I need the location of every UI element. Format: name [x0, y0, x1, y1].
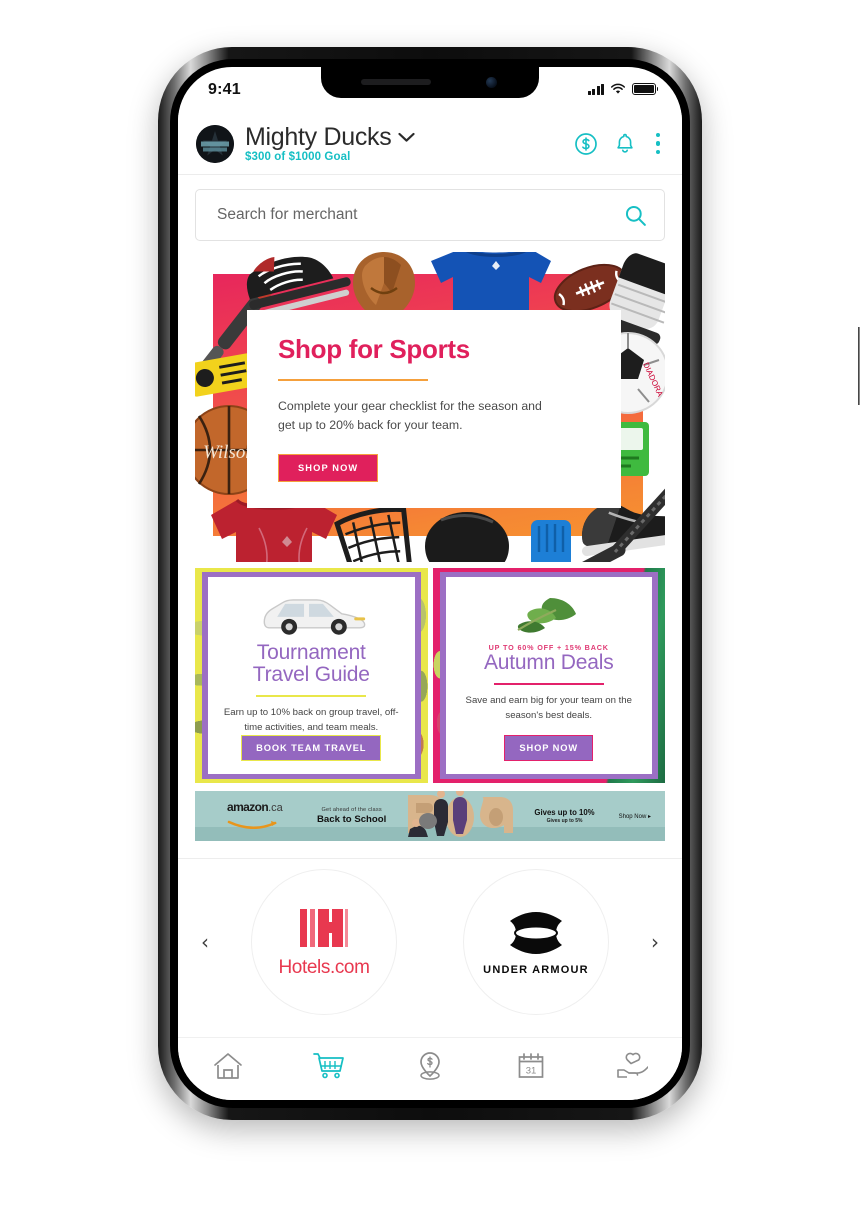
promo-title-line1: Autumn Deals	[484, 651, 614, 674]
amazon-offer-sub: Gives up to 5%	[546, 818, 583, 824]
promo-divider	[493, 683, 604, 686]
bottom-navigation: 31	[178, 1037, 682, 1100]
nav-calendar[interactable]: 31	[505, 1046, 557, 1086]
merchant-label: Hotels.com	[278, 957, 370, 978]
amazon-smile-icon	[227, 820, 277, 830]
promo-subtitle: Save and earn big for your team on the s…	[465, 695, 632, 721]
nav-home[interactable]	[202, 1046, 254, 1086]
merchant-carousel: ‹ Hotels.com UNDER ARMOUR ›	[178, 859, 682, 1015]
amazon-logo: amazon.ca	[227, 798, 289, 834]
battery-icon	[632, 83, 659, 95]
team-name: Mighty Ducks	[245, 122, 392, 151]
amazon-tld: .ca	[268, 802, 283, 814]
promo-divider	[256, 695, 367, 698]
dollar-circle-icon[interactable]	[574, 132, 598, 156]
hero-shop-now-button[interactable]: SHOP NOW	[278, 454, 379, 483]
chevron-left-icon[interactable]: ‹	[192, 932, 218, 952]
kebab-menu-icon[interactable]	[652, 132, 665, 155]
search-box[interactable]	[195, 189, 665, 241]
status-indicators	[587, 81, 659, 95]
team-selector[interactable]: Mighty Ducks	[245, 124, 566, 150]
wifi-icon	[610, 83, 626, 94]
phone-screen: 9:41 Mighty Ducks $300 of $1000 Goal Sea…	[178, 67, 682, 1100]
amazon-wordmark: amazon	[227, 800, 269, 814]
shopping-cart-icon	[313, 1053, 345, 1079]
under-armour-logo	[510, 912, 562, 954]
hero-banner-shop-for-sports[interactable]: Wilson DIADORA Shop for Sports Complete …	[195, 252, 665, 562]
bell-icon[interactable]	[613, 132, 637, 156]
app-header: Mighty Ducks $300 of $1000 Goal	[178, 113, 682, 175]
amazon-ad-banner[interactable]: amazon.ca Get ahead of the class Back to…	[195, 791, 665, 841]
front-camera	[486, 77, 497, 88]
yellow-sign-image	[195, 353, 255, 397]
location-pin-dollar-icon	[420, 1052, 440, 1080]
amazon-shop-now-link[interactable]: Shop Now ▸	[619, 813, 651, 820]
earpiece-speaker	[361, 79, 431, 85]
promo-cards: Tournament Travel Guide Earn up to 10% b…	[195, 568, 665, 783]
chevron-right-icon[interactable]: ›	[642, 932, 668, 952]
book-team-travel-button[interactable]: BOOK TEAM TRAVEL	[241, 735, 382, 761]
promo-content: Tournament Travel Guide Earn up to 10% b…	[208, 577, 415, 774]
search-input[interactable]	[215, 205, 623, 225]
promo-subtitle: Earn up to 10% back on group travel, off…	[223, 707, 399, 733]
hero-card: Shop for Sports Complete your gear check…	[247, 310, 621, 508]
promo-content: UP TO 60% OFF + 15% BACK Autumn Deals Sa…	[445, 577, 652, 774]
amazon-offer-block: Gives up to 10% Gives up to 5% Shop Now …	[534, 808, 651, 824]
merchant-hotels-com[interactable]: Hotels.com	[251, 869, 397, 1015]
promo-title-line1: Tournament	[256, 640, 366, 664]
calendar-31-icon: 31	[518, 1053, 544, 1078]
amazon-headline-block: Get ahead of the class Back to School	[317, 807, 386, 825]
amazon-kicker: Get ahead of the class	[321, 807, 382, 813]
header-actions	[574, 132, 665, 156]
back-to-school-letters-image	[408, 791, 513, 837]
hero-title: Shop for Sports	[278, 334, 470, 364]
home-icon	[214, 1053, 243, 1079]
search-icon[interactable]	[623, 203, 648, 228]
hotels-com-logo	[300, 909, 348, 947]
status-time: 9:41	[208, 81, 241, 98]
main-content: Wilson DIADORA	[178, 175, 682, 1037]
leaf-illustration	[517, 598, 576, 633]
nav-shop[interactable]	[303, 1046, 355, 1086]
promo-title-line2: Travel Guide	[252, 662, 370, 686]
minivan-illustration	[263, 599, 366, 635]
autumn-shop-now-button[interactable]: SHOP NOW	[504, 735, 594, 761]
nav-local[interactable]	[404, 1046, 456, 1086]
amazon-offer-main: Gives up to 10%	[534, 808, 595, 817]
promo-card-tournament-travel-guide[interactable]: Tournament Travel Guide Earn up to 10% b…	[195, 568, 428, 783]
merchant-label: UNDER ARMOUR	[483, 964, 589, 976]
hero-divider	[278, 379, 428, 381]
team-logo-avatar[interactable]	[196, 124, 234, 163]
amazon-gives-block: Gives up to 10% Gives up to 5%	[534, 808, 594, 824]
search-section	[178, 175, 682, 252]
heart-in-hand-icon	[616, 1052, 648, 1078]
phone-frame: 9:41 Mighty Ducks $300 of $1000 Goal Sea…	[158, 47, 860, 1120]
header-titles: Mighty Ducks $300 of $1000 Goal	[245, 124, 566, 163]
carousel-track: Hotels.com UNDER ARMOUR	[218, 869, 642, 1015]
device-notch	[321, 67, 539, 98]
nav-giving[interactable]	[606, 1046, 658, 1086]
merchant-under-armour[interactable]: UNDER ARMOUR	[463, 869, 609, 1015]
hockey-helmet-image	[425, 512, 509, 562]
hero-subtitle: Complete your gear checklist for the sea…	[278, 399, 542, 433]
chevron-down-icon[interactable]	[398, 132, 416, 143]
amazon-headline: Back to School	[317, 814, 387, 825]
svg-text:31: 31	[525, 1066, 536, 1077]
promo-card-autumn-deals[interactable]: UP TO 60% OFF + 15% BACK Autumn Deals Sa…	[432, 568, 665, 783]
cellular-signal-icon	[587, 83, 604, 95]
team-goal-progress: $300 of $1000 Goal	[245, 151, 351, 164]
lacrosse-head-image	[334, 508, 413, 562]
